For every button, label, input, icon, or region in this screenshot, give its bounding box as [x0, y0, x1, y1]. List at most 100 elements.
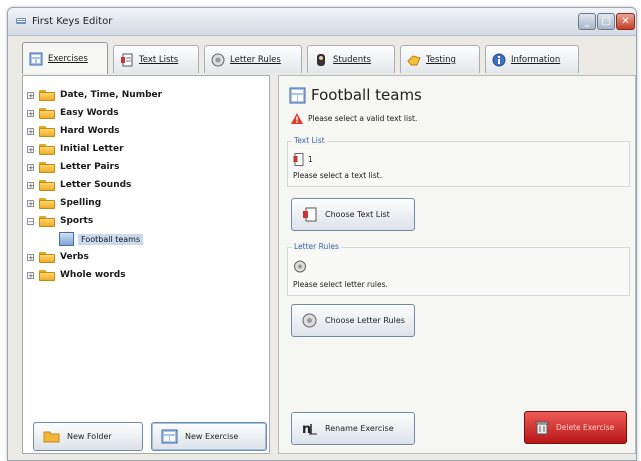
warning-text: Please select a valid text list.	[308, 114, 418, 123]
exercise-title: Football teams	[311, 86, 422, 104]
tree-folder-letter-pairs[interactable]: + Letter Pairs	[27, 158, 162, 176]
close-icon: ✕	[621, 16, 630, 27]
tree-folder-label: Verbs	[60, 252, 89, 262]
app-icon	[16, 18, 26, 24]
folder-icon	[43, 431, 60, 443]
minimize-button[interactable]: _	[578, 13, 596, 30]
letter-rules-group-label: Letter Rules	[292, 242, 341, 251]
trash-icon	[535, 421, 549, 435]
info-icon	[492, 53, 506, 66]
folder-icon	[39, 251, 55, 263]
tree-folder-label: Sports	[60, 216, 94, 226]
new-folder-label: New Folder	[67, 432, 112, 441]
expand-icon[interactable]: +	[27, 109, 34, 117]
letter-dial-icon	[294, 260, 306, 273]
delete-exercise-button[interactable]: Delete Exercise	[524, 411, 627, 444]
tab-label: Information	[511, 54, 561, 65]
letter-rules-icon-line	[293, 260, 307, 273]
tree-folder-initial-letter[interactable]: + Initial Letter	[27, 140, 162, 158]
letter-rules-status: Please select letter rules.	[293, 280, 388, 289]
new-exercise-label: New Exercise	[185, 432, 239, 441]
tab-label: Students	[333, 54, 371, 65]
expand-icon[interactable]: +	[27, 271, 34, 279]
expand-icon[interactable]: +	[27, 181, 34, 189]
choose-text-list-button[interactable]: Choose Text List	[291, 198, 415, 231]
tree-folder-easy-words[interactable]: + Easy Words	[27, 104, 162, 122]
minimize-icon: _	[584, 16, 590, 27]
folder-icon	[39, 179, 55, 191]
text-list-count: 1	[308, 155, 313, 164]
tree-folder-spelling[interactable]: + Spelling	[27, 194, 162, 212]
rename-icon: n	[302, 422, 317, 436]
rename-exercise-label: Rename Exercise	[325, 424, 394, 433]
letter-rules-status-line: Please select letter rules.	[293, 280, 388, 289]
tree-folder-sports[interactable]: − Sports	[27, 212, 162, 230]
document-icon	[293, 153, 304, 166]
maximize-button[interactable]: □	[597, 13, 615, 30]
testing-hand-icon	[407, 54, 421, 65]
tree-item-label: Football teams	[78, 233, 144, 245]
tree-folder-whole-words[interactable]: + Whole words	[27, 266, 162, 284]
text-list-status: Please select a text list.	[293, 171, 382, 180]
tree-folder-label: Whole words	[60, 270, 126, 280]
exercise-grid-icon	[29, 52, 43, 65]
folder-icon	[39, 143, 55, 155]
choose-letter-rules-label: Choose Letter Rules	[325, 316, 405, 325]
tree-folder-label: Date, Time, Number	[60, 90, 163, 100]
tab-label: Exercises	[48, 53, 88, 64]
delete-exercise-label: Delete Exercise	[556, 423, 615, 432]
tree-folder-letter-sounds[interactable]: + Letter Sounds	[27, 176, 162, 194]
new-exercise-button[interactable]: New Exercise	[151, 422, 267, 451]
window-title: First Keys Editor	[32, 16, 113, 27]
tab-label: Testing	[426, 54, 456, 65]
tree-folder-date-time-number[interactable]: + Date, Time, Number	[27, 86, 162, 104]
folder-icon	[39, 125, 55, 137]
maximize-icon: □	[601, 16, 611, 27]
choose-letter-rules-button[interactable]: Choose Letter Rules	[291, 304, 415, 337]
text-list-group: Text List 1 Please select a text list.	[287, 136, 630, 187]
tree-folder-label: Letter Pairs	[60, 162, 120, 172]
title-bar[interactable]: First Keys Editor _ □ ✕	[8, 8, 636, 36]
tab-testing[interactable]: Testing	[400, 45, 480, 73]
collapse-icon[interactable]: −	[27, 217, 34, 225]
expand-icon[interactable]: +	[27, 253, 34, 261]
rename-exercise-button[interactable]: n Rename Exercise	[291, 412, 415, 445]
expand-icon[interactable]: +	[27, 163, 34, 171]
tree-folder-label: Hard Words	[60, 126, 120, 136]
tab-information[interactable]: Information	[485, 45, 579, 73]
app-window: First Keys Editor _ □ ✕ Exercises Text L…	[7, 7, 637, 461]
folder-icon	[39, 269, 55, 281]
folder-icon	[39, 197, 55, 209]
close-button[interactable]: ✕	[616, 13, 635, 30]
exercise-grid-icon	[59, 232, 74, 246]
tree-folder-verbs[interactable]: + Verbs	[27, 248, 162, 266]
tree-item-football-teams[interactable]: Football teams	[27, 230, 162, 248]
exercise-details-panel: Football teams Please select a valid tex…	[278, 75, 636, 454]
student-icon	[317, 53, 325, 66]
folder-icon	[39, 107, 55, 119]
letter-rules-group: Letter Rules Please select letter rules.	[287, 242, 630, 296]
text-list-count-line: 1	[293, 153, 313, 166]
document-icon	[121, 53, 133, 66]
new-folder-button[interactable]: New Folder	[33, 422, 143, 451]
expand-icon[interactable]: +	[27, 91, 34, 99]
tab-label: Text Lists	[139, 54, 179, 65]
tab-students[interactable]: Students	[307, 45, 395, 73]
validation-warning: Please select a valid text list.	[291, 113, 417, 124]
letter-dial-icon	[302, 313, 317, 328]
text-list-group-label: Text List	[292, 136, 327, 145]
tab-text-lists[interactable]: Text Lists	[113, 45, 199, 73]
tree-folder-label: Easy Words	[60, 108, 119, 118]
folder-icon	[39, 89, 55, 101]
expand-icon[interactable]: +	[27, 145, 34, 153]
tree-folder-hard-words[interactable]: + Hard Words	[27, 122, 162, 140]
letter-dial-icon	[211, 53, 225, 66]
expand-icon[interactable]: +	[27, 199, 34, 207]
tree-folder-label: Initial Letter	[60, 144, 124, 154]
tab-exercises[interactable]: Exercises	[22, 42, 108, 74]
warning-icon	[291, 113, 303, 124]
expand-icon[interactable]: +	[27, 127, 34, 135]
tab-letter-rules[interactable]: Letter Rules	[204, 45, 302, 73]
exercise-tree-panel: + Date, Time, Number + Easy Words + Hard Wo…	[22, 75, 270, 454]
tree-folder-label: Spelling	[60, 198, 102, 208]
